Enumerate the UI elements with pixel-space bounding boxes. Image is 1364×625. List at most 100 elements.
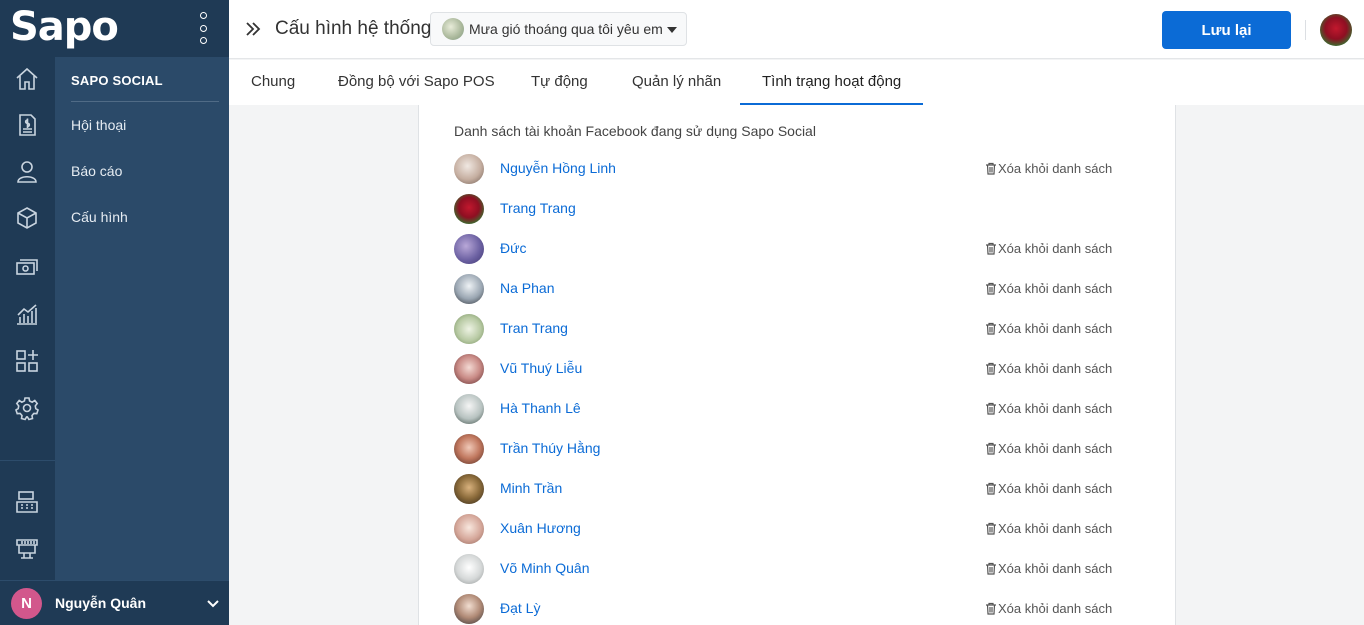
- account-row: Nguyễn Hồng Linh Xóa khỏi danh sách: [454, 153, 1114, 185]
- account-name-link[interactable]: Nguyễn Hồng Linh: [500, 160, 616, 176]
- trash-icon: [986, 562, 996, 575]
- account-avatar: [454, 234, 484, 264]
- remove-account-label: Xóa khỏi danh sách: [998, 281, 1113, 296]
- account-avatar: [454, 314, 484, 344]
- account-name-link[interactable]: Đức: [500, 240, 526, 256]
- account-avatar: [454, 434, 484, 464]
- apps-icon[interactable]: [14, 348, 40, 374]
- account-name-link[interactable]: Tran Trang: [500, 320, 568, 336]
- remove-account-label: Xóa khỏi danh sách: [998, 241, 1113, 256]
- submenu-item-config[interactable]: Cấu hình: [71, 209, 128, 225]
- trash-icon: [986, 322, 996, 335]
- report-icon[interactable]: [14, 301, 40, 327]
- tab-labels[interactable]: Quản lý nhãn: [632, 73, 721, 90]
- remove-account-label: Xóa khỏi danh sách: [998, 441, 1113, 456]
- settings-tabs: Chung Đồng bộ với Sapo POS Tự động Quản …: [229, 60, 1364, 105]
- sapo-logo[interactable]: Sapo: [10, 4, 119, 50]
- status-card: Danh sách tài khoản Facebook đang sử dụn…: [418, 105, 1176, 625]
- account-row: Minh Trần Xóa khỏi danh sách: [454, 473, 1114, 505]
- account-name-link[interactable]: Trang Trang: [500, 200, 576, 216]
- store-icon[interactable]: [14, 536, 40, 562]
- account-row: Trang Trang: [454, 193, 1114, 225]
- page-title: Cấu hình hệ thống: [275, 18, 432, 39]
- remove-account-button[interactable]: Xóa khỏi danh sách: [985, 161, 1112, 176]
- user-name: Nguyễn Quân: [55, 595, 147, 611]
- caret-down-icon: [667, 27, 677, 33]
- account-name-link[interactable]: Trần Thúy Hằng: [500, 440, 600, 456]
- remove-account-button[interactable]: Xóa khỏi danh sách: [985, 521, 1112, 536]
- remove-account-button[interactable]: Xóa khỏi danh sách: [985, 481, 1112, 496]
- chevron-down-icon[interactable]: [205, 595, 221, 611]
- cashbook-icon[interactable]: [14, 254, 40, 280]
- remove-account-label: Xóa khỏi danh sách: [998, 521, 1113, 536]
- account-avatar: [454, 274, 484, 304]
- expand-sidebar-icon[interactable]: [244, 19, 262, 39]
- account-avatar: [454, 194, 484, 224]
- account-row: Đạt Lỳ Xóa khỏi danh sách: [454, 593, 1114, 625]
- product-icon[interactable]: [14, 205, 40, 231]
- remove-account-label: Xóa khỏi danh sách: [998, 481, 1113, 496]
- account-avatar: [454, 514, 484, 544]
- account-row: Hà Thanh Lê Xóa khỏi danh sách: [454, 393, 1114, 425]
- account-row: Võ Minh Quân Xóa khỏi danh sách: [454, 553, 1114, 585]
- remove-account-button[interactable]: Xóa khỏi danh sách: [985, 561, 1112, 576]
- tab-sync-pos[interactable]: Đồng bộ với Sapo POS: [338, 73, 495, 90]
- submenu-heading: SAPO SOCIAL: [71, 73, 219, 102]
- icon-rail: [0, 57, 55, 580]
- save-button[interactable]: Lưu lại: [1162, 11, 1291, 49]
- remove-account-button[interactable]: Xóa khỏi danh sách: [985, 601, 1112, 616]
- account-row: Xuân Hương Xóa khỏi danh sách: [454, 513, 1114, 545]
- account-row: Đức Xóa khỏi danh sách: [454, 233, 1114, 265]
- remove-account-button[interactable]: Xóa khỏi danh sách: [985, 321, 1112, 336]
- customer-icon[interactable]: [14, 158, 40, 184]
- sapo-social-submenu: SAPO SOCIAL Hội thoại Báo cáo Cấu hình: [55, 57, 229, 580]
- trash-icon: [986, 162, 996, 175]
- submenu-item-reports[interactable]: Báo cáo: [71, 163, 122, 179]
- account-avatar: [454, 354, 484, 384]
- more-vertical-icon[interactable]: [196, 12, 210, 44]
- account-name-link[interactable]: Hà Thanh Lê: [500, 400, 581, 416]
- facebook-page-select[interactable]: Mưa gió thoáng qua tôi yêu em: [430, 12, 687, 46]
- order-icon[interactable]: [14, 112, 40, 138]
- trash-icon: [986, 602, 996, 615]
- user-bar[interactable]: N Nguyễn Quân: [0, 580, 229, 625]
- account-name-link[interactable]: Xuân Hương: [500, 520, 581, 536]
- account-row: Vũ Thuý Liễu Xóa khỏi danh sách: [454, 353, 1114, 385]
- account-avatar: [454, 154, 484, 184]
- trash-icon: [986, 522, 996, 535]
- trash-icon: [986, 402, 996, 415]
- remove-account-button[interactable]: Xóa khỏi danh sách: [985, 281, 1112, 296]
- tab-general[interactable]: Chung: [251, 73, 295, 90]
- account-name-link[interactable]: Minh Trần: [500, 480, 562, 496]
- trash-icon: [986, 362, 996, 375]
- remove-account-label: Xóa khỏi danh sách: [998, 561, 1113, 576]
- pos-icon[interactable]: [14, 489, 40, 515]
- account-name-link[interactable]: Đạt Lỳ: [500, 600, 540, 616]
- trash-icon: [986, 442, 996, 455]
- account-row: Na Phan Xóa khỏi danh sách: [454, 273, 1114, 305]
- remove-account-button[interactable]: Xóa khỏi danh sách: [985, 361, 1112, 376]
- account-name-link[interactable]: Na Phan: [500, 280, 554, 296]
- tab-status[interactable]: Tình trạng hoạt động: [762, 73, 901, 90]
- account-name-link[interactable]: Vũ Thuý Liễu: [500, 360, 582, 376]
- account-avatar[interactable]: [1320, 14, 1352, 46]
- settings-icon[interactable]: [14, 395, 40, 421]
- submenu-item-conversations[interactable]: Hội thoại: [71, 117, 126, 133]
- account-avatar: [454, 474, 484, 504]
- tab-automation[interactable]: Tự động: [531, 73, 588, 90]
- page-thumbnail: [442, 18, 464, 40]
- remove-account-button[interactable]: Xóa khỏi danh sách: [985, 441, 1112, 456]
- logo-bar: Sapo: [0, 0, 229, 57]
- account-name-link[interactable]: Võ Minh Quân: [500, 560, 590, 576]
- remove-account-label: Xóa khỏi danh sách: [998, 161, 1113, 176]
- account-avatar: [454, 394, 484, 424]
- remove-account-button[interactable]: Xóa khỏi danh sách: [985, 241, 1112, 256]
- top-header: Cấu hình hệ thống Mưa gió thoáng qua tôi…: [229, 0, 1364, 59]
- account-avatar: [454, 554, 484, 584]
- page-select-value: Mưa gió thoáng qua tôi yêu em: [469, 21, 663, 37]
- account-avatar: [454, 594, 484, 624]
- home-icon[interactable]: [14, 66, 40, 92]
- remove-account-button[interactable]: Xóa khỏi danh sách: [985, 401, 1112, 416]
- remove-account-label: Xóa khỏi danh sách: [998, 401, 1113, 416]
- remove-account-label: Xóa khỏi danh sách: [998, 361, 1113, 376]
